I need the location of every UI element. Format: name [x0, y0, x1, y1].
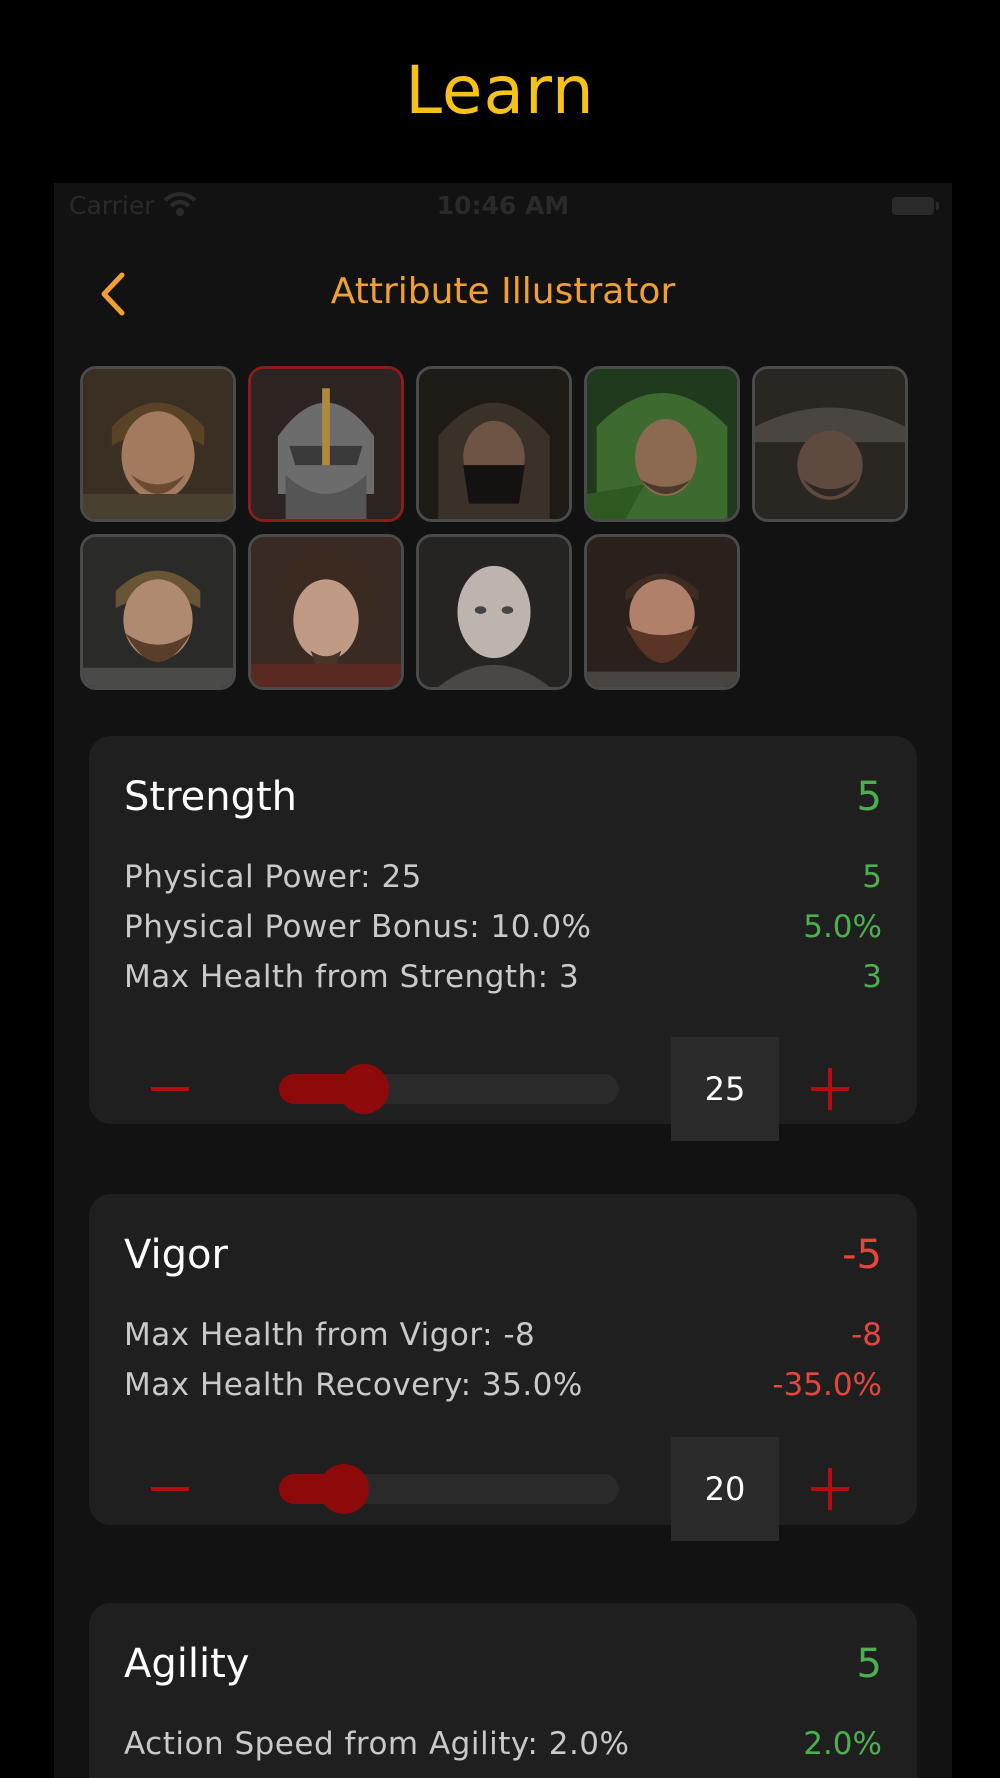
stat-row: Physical Power Bonus: 10.0% 5.0%	[124, 909, 882, 949]
attribute-title: Agility	[124, 1641, 250, 1687]
slider-thumb[interactable]	[319, 1464, 369, 1514]
attribute-title: Strength	[124, 774, 298, 820]
page-title: Learn	[405, 52, 595, 129]
stat-label: Max Health from Strength: 3	[124, 959, 580, 995]
stat-row: Max Health from Strength: 3 3	[124, 959, 882, 999]
stat-delta: 2.0%	[803, 1726, 882, 1762]
character-tile-5[interactable]	[752, 366, 908, 522]
increment-button[interactable]	[809, 1467, 853, 1511]
app-screen: Carrier 10:46 AM Attribute Illustrator S…	[54, 183, 952, 1778]
agility-card: Agility 5 Action Speed from Agility: 2.0…	[89, 1603, 917, 1778]
stat-delta: -8	[851, 1317, 882, 1353]
status-bar: Carrier 10:46 AM	[54, 183, 952, 231]
attribute-total: -5	[842, 1232, 882, 1278]
character-tile-8[interactable]	[416, 534, 572, 690]
stat-delta: 3	[862, 959, 882, 995]
attribute-total: 5	[856, 1641, 882, 1687]
vigor-card: Vigor -5 Max Health from Vigor: -8 -8 Ma…	[89, 1194, 917, 1541]
stat-delta: 5	[862, 859, 882, 895]
character-tile-6[interactable]	[80, 534, 236, 690]
character-tile-2[interactable]	[248, 366, 404, 522]
stat-row: Max Health Recovery: 35.0% -35.0%	[124, 1367, 882, 1407]
character-tile-1[interactable]	[80, 366, 236, 522]
strength-slider[interactable]	[279, 1064, 619, 1114]
stat-label: Max Health Recovery: 35.0%	[124, 1367, 583, 1403]
stat-label: Action Speed from Agility: 2.0%	[124, 1726, 630, 1762]
stat-delta: 5.0%	[803, 909, 882, 945]
strength-card: Strength 5 Physical Power: 25 5 Physical…	[89, 736, 917, 1141]
value-field[interactable]: 25	[671, 1037, 779, 1141]
stat-label: Physical Power: 25	[124, 859, 422, 895]
screen-title: Attribute Illustrator	[330, 271, 676, 312]
clock: 10:46 AM	[436, 191, 570, 220]
decrement-button[interactable]	[149, 1067, 193, 1111]
attribute-title: Vigor	[124, 1232, 228, 1278]
battery-icon	[892, 197, 939, 215]
slider-thumb[interactable]	[339, 1064, 389, 1114]
stat-delta: -35.0%	[772, 1367, 882, 1403]
stat-row: Physical Power: 25 5	[124, 859, 882, 899]
attribute-total: 5	[856, 774, 882, 820]
stat-row: Max Health from Vigor: -8 -8	[124, 1317, 882, 1357]
character-tile-7[interactable]	[248, 534, 404, 690]
increment-button[interactable]	[809, 1067, 853, 1111]
character-tile-4[interactable]	[584, 366, 740, 522]
value-field[interactable]: 20	[671, 1437, 779, 1541]
stat-row: Action Speed from Agility: 2.0% 2.0%	[124, 1726, 882, 1766]
stat-label: Physical Power Bonus: 10.0%	[124, 909, 592, 945]
decrement-button[interactable]	[149, 1467, 193, 1511]
stat-label: Max Health from Vigor: -8	[124, 1317, 536, 1353]
vigor-slider[interactable]	[279, 1464, 619, 1514]
character-tile-3[interactable]	[416, 366, 572, 522]
character-tile-9[interactable]	[584, 534, 740, 690]
navigation-bar: Attribute Illustrator	[54, 243, 952, 343]
